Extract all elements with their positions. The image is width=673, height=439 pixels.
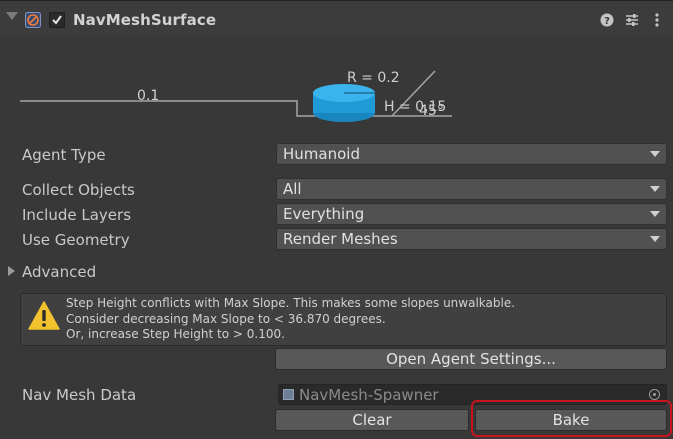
- svg-text:?: ?: [604, 16, 610, 27]
- navmesh-asset-icon: [283, 389, 294, 400]
- check-icon: [52, 15, 62, 25]
- presets-icon[interactable]: [624, 12, 640, 28]
- open-agent-settings-button[interactable]: Open Agent Settings...: [275, 348, 667, 370]
- enabled-checkbox[interactable]: [49, 12, 65, 28]
- warning-line: Or, increase Step Height to > 0.100.: [66, 327, 285, 341]
- agent-diagram: 0.1 R = 0.2 H = 0.15 45°: [20, 70, 452, 122]
- foldout-arrow-icon[interactable]: [6, 12, 18, 20]
- advanced-foldout-arrow-icon[interactable]: [8, 266, 15, 276]
- more-icon[interactable]: [649, 12, 665, 28]
- navmesh-surface-icon: [25, 12, 41, 28]
- agent-type-dropdown[interactable]: Humanoid: [276, 143, 667, 165]
- slope-label: 45°: [419, 103, 444, 119]
- clear-button[interactable]: Clear: [275, 409, 469, 431]
- component-title: NavMeshSurface: [73, 11, 217, 29]
- chevron-down-icon: [650, 236, 660, 242]
- use-geometry-value: Render Meshes: [283, 230, 398, 248]
- collect-objects-dropdown[interactable]: All: [276, 178, 667, 200]
- help-icon[interactable]: ?: [599, 12, 615, 28]
- collect-objects-label: Collect Objects: [22, 181, 135, 199]
- chevron-down-icon: [650, 186, 660, 192]
- include-layers-label: Include Layers: [22, 206, 132, 224]
- step-height-label: 0.1: [137, 88, 159, 104]
- nav-mesh-data-label: Nav Mesh Data: [22, 386, 137, 404]
- object-picker-icon[interactable]: [649, 389, 660, 400]
- use-geometry-label: Use Geometry: [22, 231, 130, 249]
- use-geometry-dropdown[interactable]: Render Meshes: [276, 228, 667, 250]
- advanced-foldout-label[interactable]: Advanced: [22, 263, 96, 281]
- warning-line: Consider decreasing Max Slope to < 36.87…: [66, 312, 386, 326]
- warning-line: Step Height conflicts with Max Slope. Th…: [66, 296, 516, 310]
- nav-mesh-data-value: NavMesh-Spawner: [299, 386, 439, 404]
- agent-type-label: Agent Type: [22, 146, 106, 164]
- bake-highlight-outline: [471, 400, 672, 437]
- include-layers-value: Everything: [283, 205, 365, 223]
- chevron-down-icon: [650, 211, 660, 217]
- collect-objects-value: All: [283, 180, 302, 198]
- agent-type-value: Humanoid: [283, 145, 360, 163]
- radius-label: R = 0.2: [347, 70, 400, 86]
- include-layers-dropdown[interactable]: Everything: [276, 203, 667, 225]
- warning-icon: [28, 300, 60, 332]
- chevron-down-icon: [650, 151, 660, 157]
